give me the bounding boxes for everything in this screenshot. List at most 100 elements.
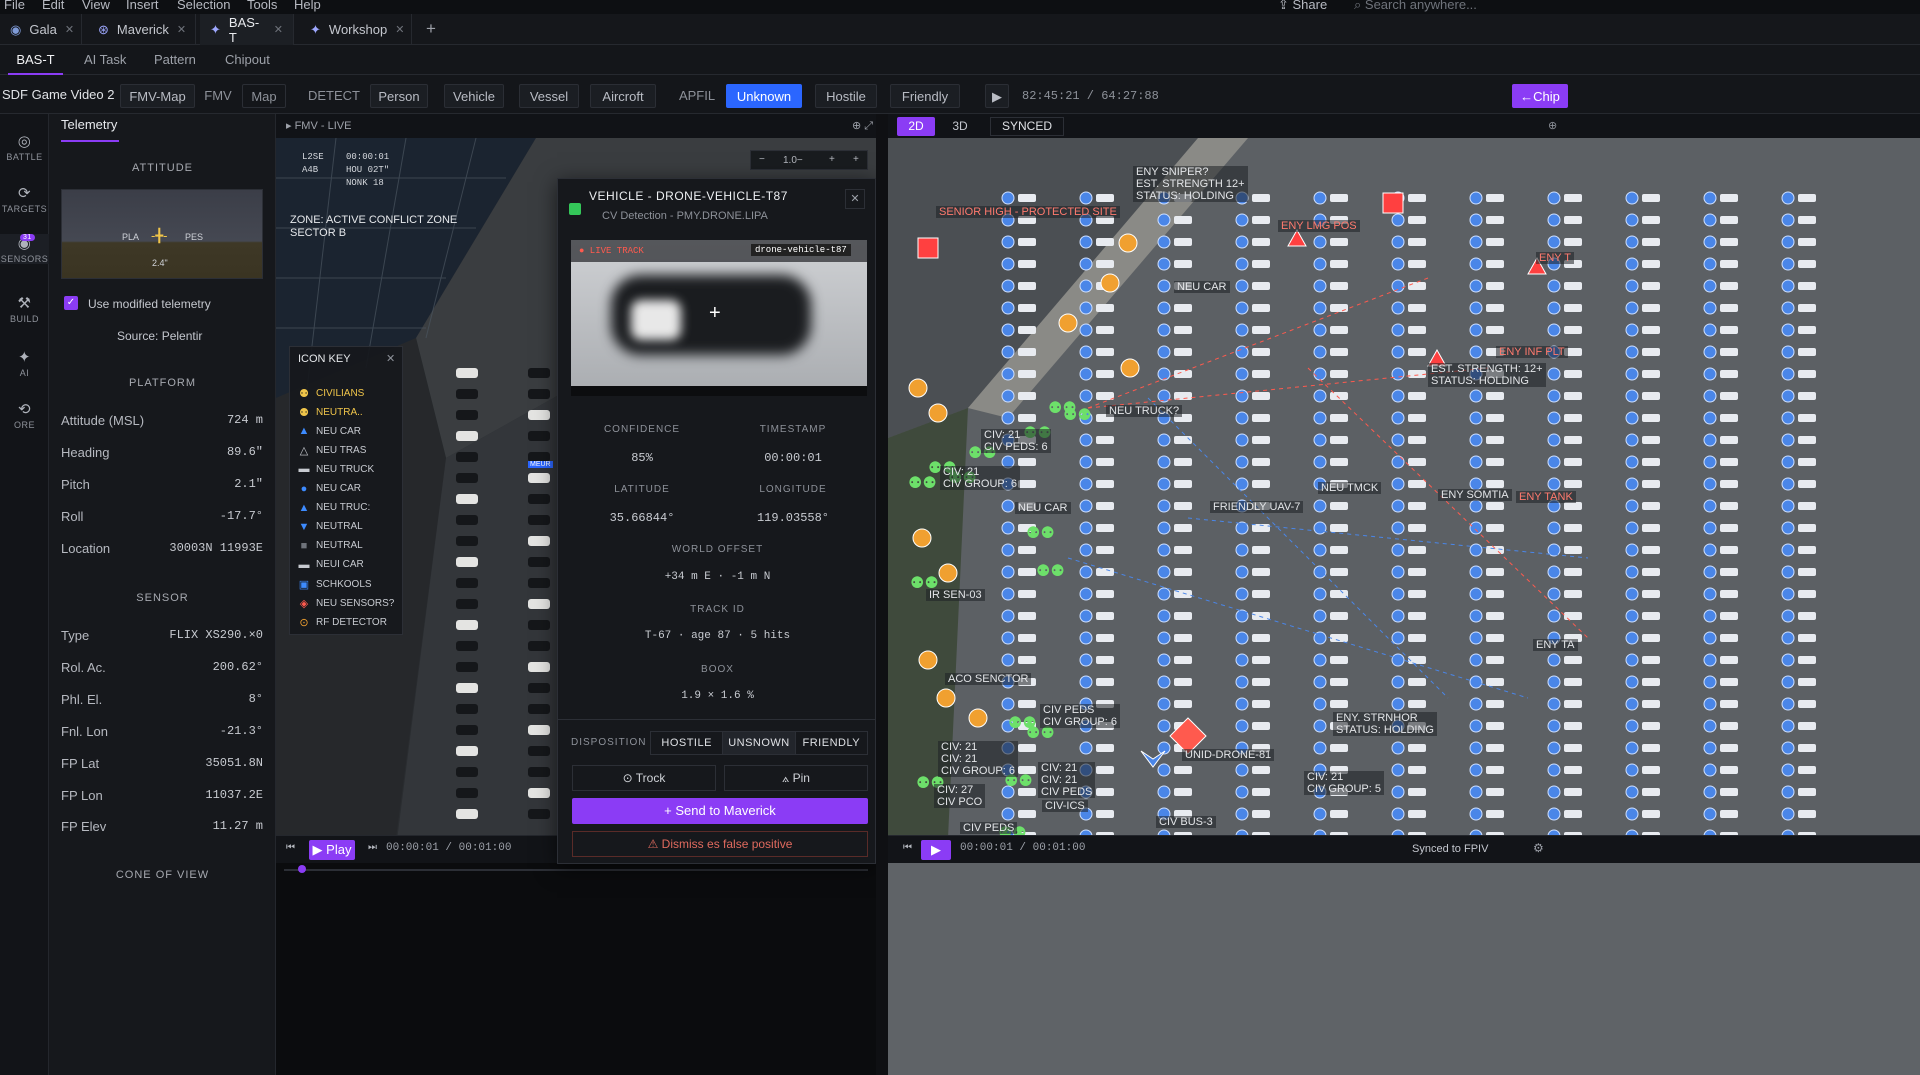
neutral-car-marker[interactable] (1157, 367, 1171, 381)
neutral-car-marker[interactable] (1547, 521, 1561, 535)
neutral-car-marker[interactable] (1001, 191, 1015, 205)
neutral-car-marker[interactable] (1001, 631, 1015, 645)
sensor-icon[interactable] (936, 688, 956, 708)
neutral-car-marker[interactable] (1157, 433, 1171, 447)
neutral-car-marker[interactable] (1235, 653, 1249, 667)
rail-build[interactable]: ⚒ BUILD (0, 294, 49, 324)
rail-ai[interactable]: ✦ AI (0, 348, 49, 378)
neutral-car-marker[interactable] (1625, 235, 1639, 249)
neutral-car-marker[interactable] (1781, 345, 1795, 359)
neutral-car-marker[interactable] (1703, 785, 1717, 799)
neutral-car-marker[interactable] (1235, 455, 1249, 469)
neutral-car-marker[interactable] (1625, 719, 1639, 733)
view-fmv[interactable]: FMV (198, 84, 238, 108)
neutral-car-marker[interactable] (1079, 631, 1093, 645)
menu-insert[interactable]: Insert (126, 0, 159, 12)
chip-button[interactable]: ←Chip (1512, 84, 1568, 108)
neutral-car-marker[interactable] (1625, 455, 1639, 469)
neutral-car-marker[interactable] (1001, 367, 1015, 381)
sensor-icon[interactable] (968, 708, 988, 728)
neutral-car-marker[interactable] (1703, 367, 1717, 381)
sensor-icon[interactable] (912, 528, 932, 548)
neutral-car-marker[interactable] (1157, 323, 1171, 337)
neutral-car-marker[interactable] (1469, 213, 1483, 227)
neutral-car-marker[interactable] (1157, 697, 1171, 711)
scrubber-handle[interactable] (298, 865, 306, 873)
neutral-car-marker[interactable] (1703, 543, 1717, 557)
map-label[interactable]: ENY SOMTIA (1438, 489, 1512, 501)
neutral-car-marker[interactable] (1547, 235, 1561, 249)
neutral-car-marker[interactable] (1157, 653, 1171, 667)
map-label[interactable]: ENY LMG POS (1278, 220, 1360, 232)
neutral-car-marker[interactable] (1625, 631, 1639, 645)
neutral-car-marker[interactable] (1703, 257, 1717, 271)
neutral-car-marker[interactable] (1781, 499, 1795, 513)
neutral-car-marker[interactable] (1703, 763, 1717, 777)
neutral-car-marker[interactable] (1235, 389, 1249, 403)
pin-icon[interactable]: ⊕ ⤢ (852, 119, 873, 133)
map-label[interactable]: IR SEN-03 (926, 589, 985, 601)
tab-bas-t[interactable]: ✦ BAS-T ✕ (200, 14, 294, 45)
neutral-car-marker[interactable] (1157, 455, 1171, 469)
neutral-car-marker[interactable] (1625, 499, 1639, 513)
neutral-car-marker[interactable] (1547, 719, 1561, 733)
menu-tools[interactable]: Tools (247, 0, 277, 12)
neutral-car-marker[interactable] (1703, 565, 1717, 579)
neutral-car-marker[interactable] (1625, 301, 1639, 315)
neutral-car-marker[interactable] (1469, 697, 1483, 711)
play-icon[interactable]: ▶ (985, 84, 1009, 108)
neutral-car-marker[interactable] (1703, 345, 1717, 359)
tab-workshop[interactable]: ✦ Workshop ✕ (300, 14, 412, 45)
neutral-car-marker[interactable] (1313, 499, 1327, 513)
neutral-car-marker[interactable] (1625, 257, 1639, 271)
neutral-car-marker[interactable] (1703, 609, 1717, 623)
neutral-car-marker[interactable] (1625, 543, 1639, 557)
neutral-car-marker[interactable] (1625, 587, 1639, 601)
neutral-car-marker[interactable] (1391, 763, 1405, 777)
map-label[interactable]: ENY T (1536, 252, 1574, 264)
neutral-car-marker[interactable] (1469, 191, 1483, 205)
subtab-bas-t[interactable]: BAS-T (8, 45, 63, 75)
neutral-car-marker[interactable] (1469, 389, 1483, 403)
neutral-car-marker[interactable] (1079, 301, 1093, 315)
neutral-car-marker[interactable] (1313, 235, 1327, 249)
neutral-car-marker[interactable] (1703, 675, 1717, 689)
filter-friendly[interactable]: Friendly (890, 84, 960, 108)
neutral-car-marker[interactable] (1235, 301, 1249, 315)
neutral-car-marker[interactable] (1079, 389, 1093, 403)
neutral-car-marker[interactable] (1235, 719, 1249, 733)
neutral-car-marker[interactable] (1235, 631, 1249, 645)
neutral-car-marker[interactable] (1001, 323, 1015, 337)
neutral-car-marker[interactable] (1469, 345, 1483, 359)
neutral-car-marker[interactable] (1469, 279, 1483, 293)
close-popup-button[interactable]: ✕ (845, 189, 865, 209)
neutral-car-marker[interactable] (1391, 279, 1405, 293)
neutral-car-marker[interactable] (1781, 433, 1795, 447)
neutral-car-marker[interactable] (1547, 653, 1561, 667)
fmv-scrubber[interactable] (284, 865, 868, 873)
neutral-car-marker[interactable] (1391, 521, 1405, 535)
map-label[interactable]: SENIOR HIGH - PROTECTED SITE (936, 206, 1120, 218)
neutral-car-marker[interactable] (1079, 653, 1093, 667)
map-label[interactable]: CIV: 21 CIV GROUP: 6 (940, 466, 1020, 490)
view-fmv-map[interactable]: FMV-Map (120, 84, 195, 108)
neutral-car-marker[interactable] (1001, 543, 1015, 557)
map-label[interactable]: FRIENDLY UAV-7 (1210, 501, 1304, 513)
map-label[interactable]: ACO SENCTOR (945, 673, 1032, 685)
neutral-car-marker[interactable] (1469, 609, 1483, 623)
neutral-car-marker[interactable] (1469, 565, 1483, 579)
neutral-car-marker[interactable] (1157, 565, 1171, 579)
neutral-car-marker[interactable] (1001, 521, 1015, 535)
tab-telemetry[interactable]: Telemetry (61, 117, 119, 142)
neutral-car-marker[interactable] (1001, 411, 1015, 425)
neutral-car-marker[interactable] (1391, 257, 1405, 271)
close-icon[interactable]: ✕ (395, 23, 404, 36)
neutral-car-marker[interactable] (1313, 609, 1327, 623)
neutral-car-marker[interactable] (1781, 411, 1795, 425)
neutral-car-marker[interactable] (1703, 301, 1717, 315)
neutral-car-marker[interactable] (1001, 257, 1015, 271)
neutral-car-marker[interactable] (1703, 631, 1717, 645)
neutral-car-marker[interactable] (1313, 675, 1327, 689)
map-symbol-icon[interactable] (917, 237, 939, 259)
neutral-car-marker[interactable] (1157, 213, 1171, 227)
